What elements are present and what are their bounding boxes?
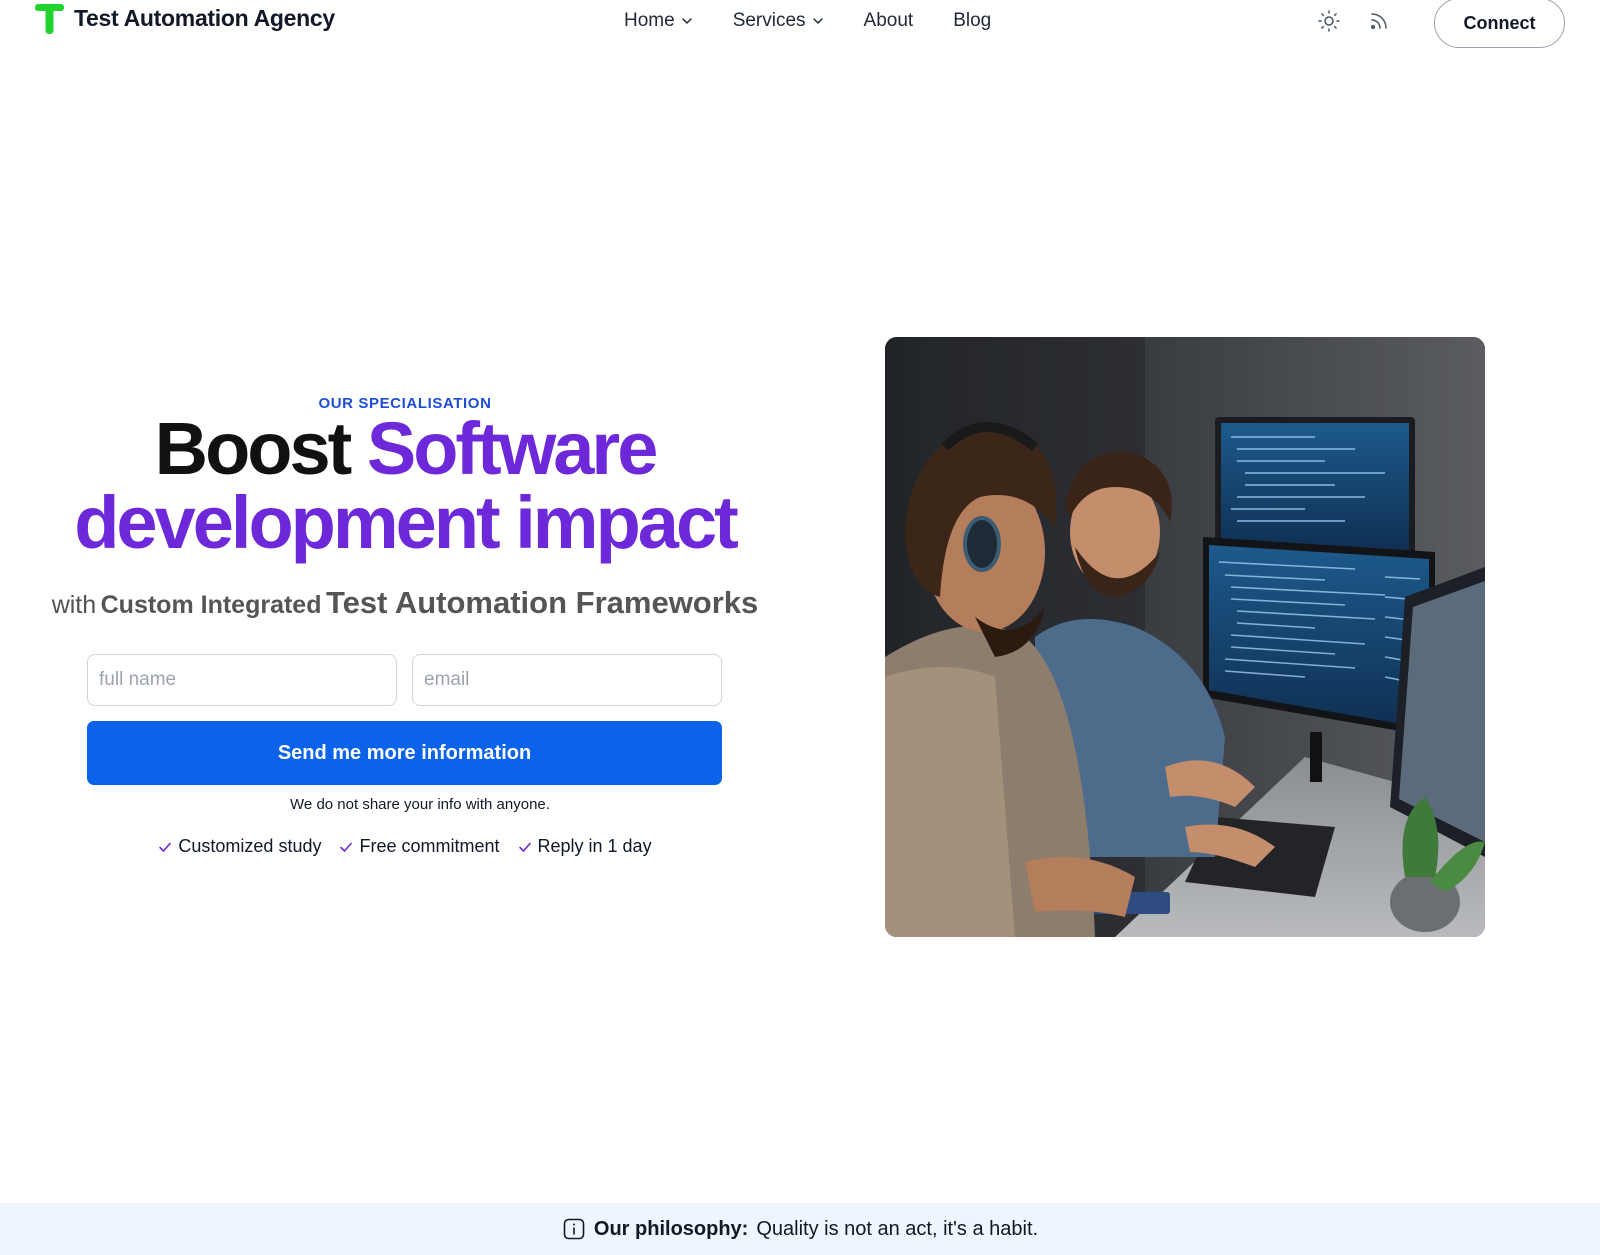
info-icon: [563, 1218, 585, 1240]
benefits-list: Customized study Free commitment Reply i…: [0, 836, 810, 857]
benefit-label: Customized study: [178, 836, 322, 856]
sun-icon[interactable]: [1317, 9, 1341, 33]
chevron-down-icon: [812, 18, 823, 24]
check-icon: [518, 842, 531, 852]
connect-button[interactable]: Connect: [1434, 0, 1565, 48]
benefit-label: Free commitment: [359, 836, 500, 856]
brand-link[interactable]: Test Automation Agency: [34, 3, 335, 34]
philosophy-text: Quality is not an act, it's a habit.: [756, 1217, 1039, 1240]
benefit-item: Customized study: [158, 836, 321, 857]
subheadline-part-2: Custom Integrated: [100, 591, 322, 619]
hero-image: [885, 337, 1485, 937]
chevron-down-icon: [681, 18, 692, 24]
brand-name: Test Automation Agency: [74, 5, 335, 31]
nav-home[interactable]: Home: [624, 10, 693, 32]
nav-services[interactable]: Services: [733, 10, 824, 32]
benefit-item: Free commitment: [339, 836, 500, 857]
privacy-note: We do not share your info with anyone.: [290, 796, 550, 813]
benefit-item: Reply in 1 day: [518, 836, 652, 857]
send-info-button[interactable]: Send me more information: [87, 721, 722, 785]
check-icon: [340, 842, 353, 852]
nav-services-label: Services: [732, 10, 806, 31]
subheadline-part-3: Test Automation Frameworks: [325, 585, 759, 620]
benefit-label: Reply in 1 day: [537, 836, 652, 856]
site-header: Test Automation Agency Home Services Abo…: [0, 0, 1600, 48]
subheadline-part-1: with: [51, 591, 97, 619]
nav-about[interactable]: About: [864, 10, 914, 32]
nav-blog[interactable]: Blog: [953, 10, 991, 32]
philosophy-bar: Our philosophy: Quality is not an act, i…: [0, 1203, 1600, 1255]
check-icon: [159, 842, 172, 852]
rss-icon[interactable]: [1367, 9, 1391, 33]
headline-purple-1: Software: [366, 407, 659, 490]
email-input[interactable]: [412, 654, 722, 706]
main-nav: Home Services About Blog: [624, 10, 991, 32]
hero-headline: Boost Software development impact: [0, 412, 810, 560]
nav-blog-label: Blog: [953, 10, 992, 31]
logo-icon: [34, 3, 65, 34]
full-name-input[interactable]: [87, 654, 397, 706]
nav-home-label: Home: [624, 10, 675, 31]
headline-dark: Boost: [154, 407, 353, 490]
philosophy-label: Our philosophy:: [593, 1217, 749, 1240]
nav-about-label: About: [863, 10, 914, 31]
hero-subheadline: with Custom Integrated Test Automation F…: [0, 585, 810, 621]
headline-purple-2: development impact: [74, 481, 739, 564]
